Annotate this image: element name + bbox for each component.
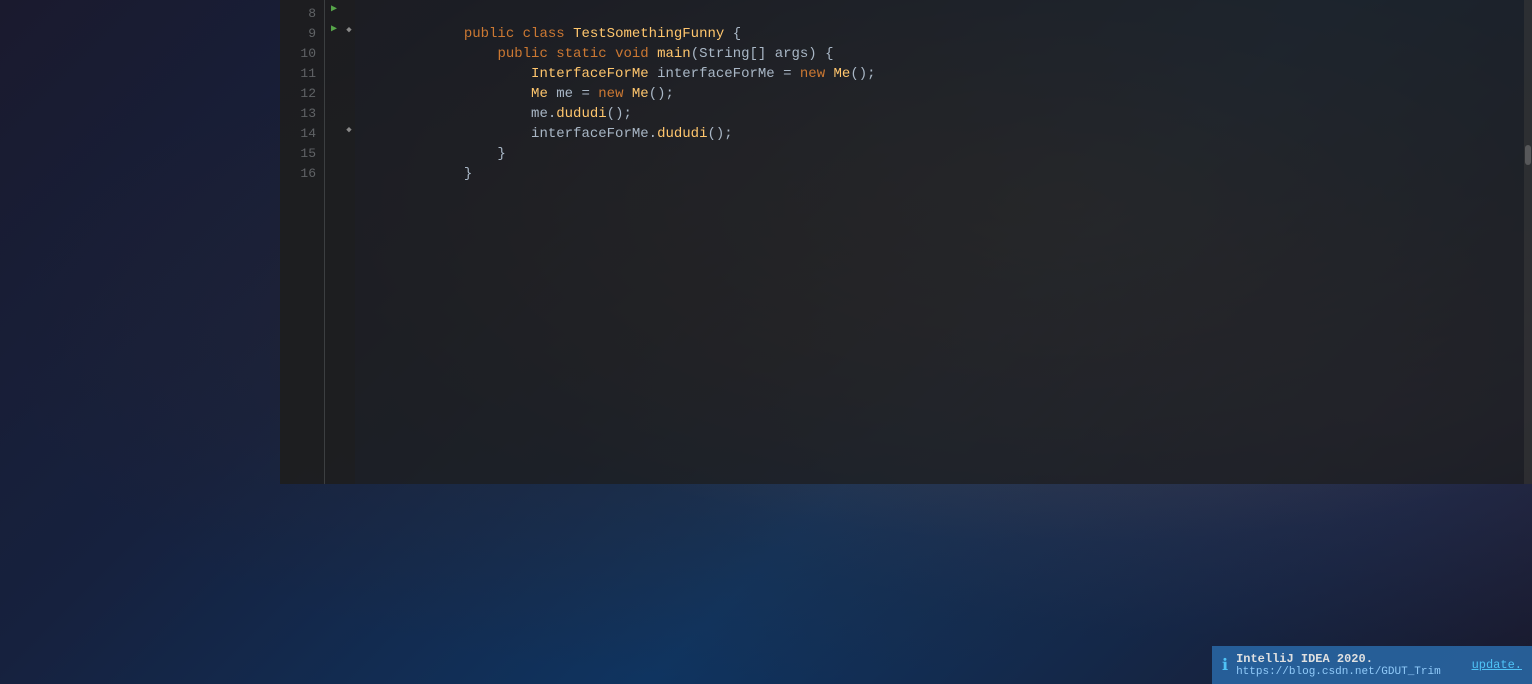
line-num-8: 8: [280, 4, 324, 24]
run-markers-gutter: ▶ ▶: [325, 0, 343, 484]
notification-text: IntelliJ IDEA 2020. https://blog.csdn.ne…: [1236, 652, 1464, 678]
notification-title: IntelliJ IDEA 2020.: [1236, 652, 1464, 666]
bm-12: [343, 80, 355, 100]
run-marker-13: [325, 100, 343, 120]
line-num-16: 16: [280, 164, 324, 184]
notification-icon: ℹ: [1222, 655, 1228, 675]
bm-11: [343, 60, 355, 80]
run-marker-10: [325, 40, 343, 60]
run-marker-14: [325, 120, 343, 140]
line-numbers-gutter: 8 9 10 11 12 13 14 15 16: [280, 0, 325, 484]
line-num-15: 15: [280, 144, 324, 164]
editor-scrollbar[interactable]: [1524, 0, 1532, 484]
line-num-12: 12: [280, 84, 324, 104]
run-marker-11: [325, 60, 343, 80]
bm-13: [343, 100, 355, 120]
code-editor: 8 9 10 11 12 13 14 15 16 ▶ ▶: [280, 0, 1532, 484]
run-marker-12: [325, 80, 343, 100]
line-num-14: 14: [280, 124, 324, 144]
line-num-9: 9: [280, 24, 324, 44]
bm-8: [343, 0, 355, 20]
run-marker-9[interactable]: ▶: [325, 20, 343, 40]
code-line-15: }: [363, 144, 1516, 164]
bookmark-gutter: ◆ ◆: [343, 0, 355, 484]
notification-update-link[interactable]: update.: [1472, 658, 1522, 672]
run-marker-15: [325, 140, 343, 160]
bm-10: [343, 40, 355, 60]
code-line-16: [363, 164, 1516, 184]
code-content[interactable]: public class TestSomethingFunny { public…: [355, 0, 1524, 484]
notification-url: https://blog.csdn.net/GDUT_Trim: [1236, 666, 1464, 678]
bm-16: [343, 160, 355, 180]
run-marker-16: [325, 160, 343, 180]
line-num-11: 11: [280, 64, 324, 84]
scroll-thumb: [1525, 145, 1531, 165]
update-notification[interactable]: ℹ IntelliJ IDEA 2020. https://blog.csdn.…: [1212, 646, 1532, 684]
bm-9: ◆: [343, 20, 355, 40]
run-marker-8[interactable]: ▶: [325, 0, 343, 20]
code-line-8: public class TestSomethingFunny {: [363, 4, 1516, 24]
line-num-13: 13: [280, 104, 324, 124]
bm-15: [343, 140, 355, 160]
bm-14: ◆: [343, 120, 355, 140]
line-num-10: 10: [280, 44, 324, 64]
